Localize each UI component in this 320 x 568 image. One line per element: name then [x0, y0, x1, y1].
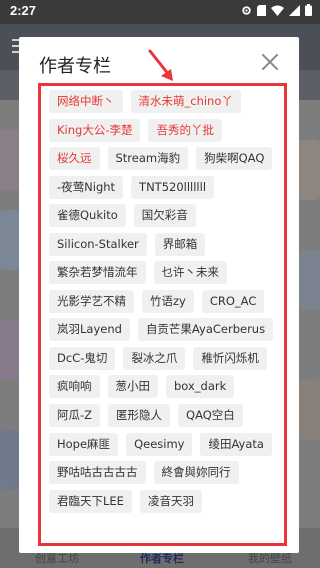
author-tag[interactable]: Hope麻匪: [49, 432, 119, 456]
author-tag[interactable]: 狗柴啊QAQ: [196, 147, 273, 171]
author-tag[interactable]: 岚羽Layend: [49, 318, 130, 342]
author-column-dialog: 作者专栏 网络中断丶 清水未萌_chino丫 King大公-李楚 吾秀的丫批 桜久远 St…: [19, 37, 299, 553]
author-tag[interactable]: 桜久远: [49, 147, 100, 171]
author-tag[interactable]: -夜莺Night: [49, 175, 124, 199]
wifi-icon: [271, 5, 284, 16]
annotation-arrow-icon: [148, 49, 173, 81]
author-tag[interactable]: CRO_AC: [201, 289, 265, 313]
author-tag[interactable]: 野咕咕古古古古: [49, 461, 146, 485]
author-tag[interactable]: 清水未萌_chino丫: [130, 90, 241, 113]
author-tag[interactable]: 国欠彩音: [133, 204, 196, 228]
author-tag[interactable]: 繁杂若梦惜流年: [49, 261, 146, 285]
author-tag[interactable]: King大公-李楚: [49, 118, 141, 142]
author-tag-row: 阿瓜-Z 匿形隐人 QAQ空白: [49, 404, 279, 428]
author-tag-row: 桜久远 Stream海豹 狗柴啊QAQ: [49, 147, 279, 171]
battery-icon: [305, 4, 312, 16]
author-tag[interactable]: QAQ空白: [178, 404, 243, 428]
status-time: 2:27: [10, 3, 37, 18]
author-tag[interactable]: 绫田Ayata: [200, 432, 272, 456]
close-icon[interactable]: [261, 53, 279, 71]
author-tag[interactable]: 光影学艺不精: [49, 289, 134, 313]
author-tag-row: Hope麻匪 Qeesimy 绫田Ayata: [49, 432, 279, 456]
author-tag-row: 岚羽Layend 自贡芒果AyaCerberus: [49, 318, 279, 342]
author-tag[interactable]: 疯响响: [49, 375, 100, 399]
author-tag-row: 网络中断丶 清水未萌_chino丫: [49, 90, 279, 113]
author-tag[interactable]: Silicon-Stalker: [49, 232, 147, 256]
author-tag-row: 君臨天下LEE 凌音天羽: [49, 489, 279, 513]
settings-gear-icon: [242, 5, 251, 15]
author-tag[interactable]: 竹语zy: [142, 289, 194, 313]
author-tag-row: DcC-鬼切 裂冰之爪 稚忻闪烁机: [49, 346, 279, 370]
author-tag[interactable]: 乜许丶未来: [153, 261, 227, 285]
author-tag[interactable]: 网络中断丶: [49, 90, 123, 113]
author-tag[interactable]: 裂冰之爪: [123, 346, 186, 370]
author-tag[interactable]: 葱小田: [107, 375, 158, 399]
author-tag[interactable]: Qeesimy: [126, 432, 193, 456]
author-tag[interactable]: 自贡芒果AyaCerberus: [137, 318, 274, 342]
author-tag[interactable]: 匿形隐人: [108, 404, 171, 428]
author-tag[interactable]: 君臨天下LEE: [49, 489, 132, 513]
author-tag[interactable]: 終會與妳同行: [153, 461, 239, 485]
status-bar: 2:27: [0, 0, 320, 24]
annotation-highlight-box: 网络中断丶 清水未萌_chino丫 King大公-李楚 吾秀的丫批 桜久远 Stream海…: [38, 83, 287, 546]
author-tag[interactable]: DcC-鬼切: [49, 346, 116, 370]
author-tag[interactable]: 吾秀的丫批: [148, 118, 222, 142]
author-tag-row: 繁杂若梦惜流年 乜许丶未来: [49, 261, 279, 285]
author-tag-row: -夜莺Night TNT520lllllll: [49, 175, 279, 199]
sd-card-icon: [257, 4, 266, 16]
author-tag[interactable]: 界邮箱: [154, 232, 206, 256]
author-tag[interactable]: 雀德Qukito: [49, 204, 126, 228]
author-tag-row: Silicon-Stalker 界邮箱: [49, 232, 279, 256]
author-tag[interactable]: TNT520lllllll: [131, 175, 215, 199]
author-tag-row: 光影学艺不精 竹语zy CRO_AC: [49, 289, 279, 313]
dialog-title: 作者专栏: [39, 56, 111, 77]
author-tag[interactable]: 凌音天羽: [139, 489, 202, 513]
author-tag-row: 雀德Qukito 国欠彩音: [49, 204, 279, 228]
author-tag[interactable]: 阿瓜-Z: [49, 404, 101, 428]
author-tag[interactable]: box_dark: [166, 375, 235, 399]
author-tag[interactable]: Stream海豹: [107, 147, 189, 171]
status-icons: [241, 4, 312, 16]
author-tag-row: 疯响响 葱小田 box_dark: [49, 375, 279, 399]
author-tag-row: 野咕咕古古古古 終會與妳同行: [49, 461, 279, 485]
author-tag-list: 网络中断丶 清水未萌_chino丫 King大公-李楚 吾秀的丫批 桜久远 Stream海…: [49, 90, 279, 518]
signal-icon: [289, 4, 300, 16]
author-tag[interactable]: 稚忻闪烁机: [193, 346, 267, 370]
author-tag-row: King大公-李楚 吾秀的丫批: [49, 118, 279, 142]
